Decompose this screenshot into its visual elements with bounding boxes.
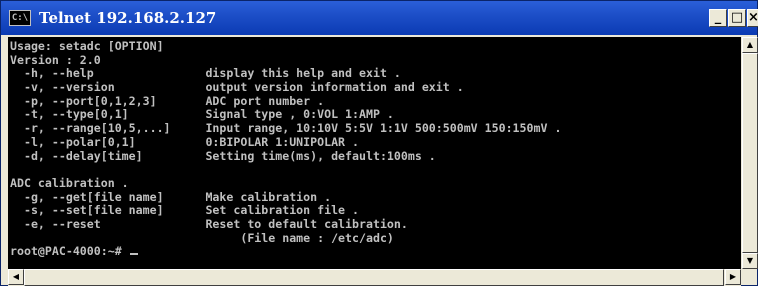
scroll-right-icon[interactable]: ▶ xyxy=(725,269,741,285)
vertical-scrollbar[interactable]: ▲ ▼ xyxy=(742,37,758,269)
vertical-scroll-thumb[interactable] xyxy=(742,53,758,253)
console-line: Version : 2.0 xyxy=(10,52,101,67)
console-line: ADC calibration . xyxy=(10,175,129,190)
shell-prompt: root@PAC-4000:~# xyxy=(10,244,129,259)
console-line: -r, --range[10,5,...] Input range, 10:10… xyxy=(10,121,562,136)
maximize-button[interactable]: □ xyxy=(728,9,746,27)
title-bar[interactable]: C:\ Telnet 192.168.2.127 _ □ × xyxy=(1,1,758,35)
console-icon[interactable]: C:\ xyxy=(9,10,31,26)
console-line: -t, --type[0,1] Signal type , 0:VOL 1:AM… xyxy=(10,107,394,122)
text-cursor xyxy=(129,253,138,256)
minimize-button[interactable]: _ xyxy=(709,9,727,27)
console-line: Usage: setadc [OPTION] xyxy=(10,39,164,53)
console-line: -p, --port[0,1,2,3] ADC port number . xyxy=(10,93,325,108)
telnet-window: C:\ Telnet 192.168.2.127 _ □ × Usage: se… xyxy=(0,0,758,286)
console-line: -h, --help display this help and exit . xyxy=(10,66,401,81)
scroll-up-icon[interactable]: ▲ xyxy=(742,37,758,53)
horizontal-scroll-thumb[interactable] xyxy=(24,269,724,286)
console-line: -v, --version output version information… xyxy=(10,80,464,95)
horizontal-scrollbar[interactable]: ◀ ▶ xyxy=(8,269,741,286)
console-line: -s, --set[file name] Set calibration fil… xyxy=(10,203,360,218)
prompt-line[interactable]: root@PAC-4000:~# xyxy=(10,244,561,259)
console-line: -l, --polar[0,1] 0:BIPOLAR 1:UNIPOLAR . xyxy=(10,134,360,149)
console-output[interactable]: Usage: setadc [OPTION] Version : 2.0 -h, … xyxy=(8,37,741,269)
close-button[interactable]: × xyxy=(747,9,758,27)
window-title: Telnet 192.168.2.127 xyxy=(39,9,217,27)
scroll-down-icon[interactable]: ▼ xyxy=(742,253,758,269)
console-line: -d, --delay[time] Setting time(ms), defa… xyxy=(10,148,436,163)
console-line: (File name : /etc/adc) xyxy=(10,230,394,245)
scroll-left-icon[interactable]: ◀ xyxy=(8,269,24,285)
console-line: -e, --reset Reset to default calibration… xyxy=(10,216,408,231)
console-line: -g, --get[file name] Make calibration . xyxy=(10,189,332,204)
